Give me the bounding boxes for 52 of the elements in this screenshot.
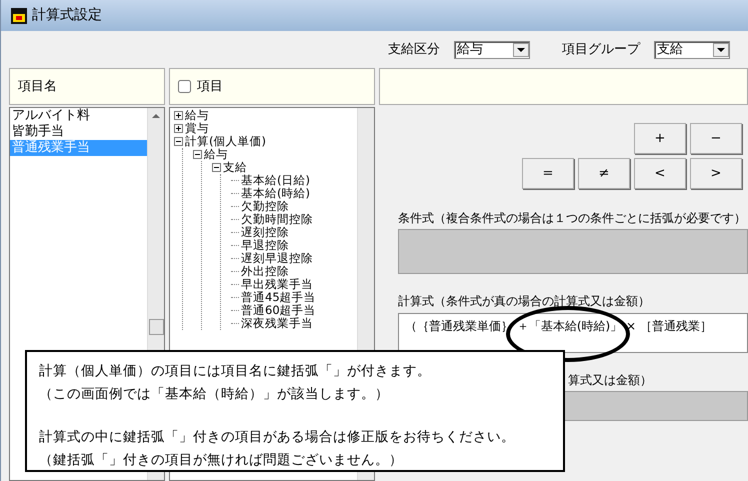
operator-button[interactable]: − xyxy=(690,123,742,154)
collapse-icon[interactable] xyxy=(212,163,221,172)
tree-item[interactable]: 早出残業手当 xyxy=(241,278,313,291)
callout-text: （鍵括弧「」付きの項目が無ければ問題ございません。） xyxy=(39,451,404,470)
operator-button[interactable]: < xyxy=(634,158,686,189)
dropdown[interactable]: 支給 xyxy=(654,40,730,58)
tree-item[interactable]: 深夜残業手当 xyxy=(241,317,313,330)
formula-label: 計算式（条件式が真の場合の計算式又は金額） xyxy=(398,294,651,309)
tree-item[interactable]: 給与 xyxy=(204,148,228,161)
collapse-icon[interactable] xyxy=(193,150,202,159)
tree-item[interactable]: 遅刻早退控除 xyxy=(241,252,313,265)
scroll-up-icon[interactable] xyxy=(152,113,160,119)
expand-icon[interactable] xyxy=(174,124,183,133)
callout-text: 計算式の中に鍵括弧「」付きの項目がある場合は修正版をお待ちください。 xyxy=(39,428,516,447)
list-item[interactable]: 皆勤手当 xyxy=(10,124,147,140)
condition-label: 条件式（複合条件式の場合は１つの条件ごとに括弧が必要です） xyxy=(398,211,747,226)
tree-item[interactable]: 計算(個人単価) xyxy=(185,135,266,148)
tree-item[interactable]: 基本給(時給) xyxy=(241,187,310,200)
column-header: 項目名 xyxy=(18,78,57,94)
dropdown[interactable]: 給与 xyxy=(454,40,530,58)
callout-text: （この画面例では「基本給（時給）」が該当します。） xyxy=(39,385,390,404)
tree-item[interactable]: 基本給(日給) xyxy=(241,174,310,187)
tree-item[interactable]: 給与 xyxy=(185,109,209,122)
formula-label: 算式又は金額） xyxy=(568,372,653,388)
tree-item[interactable]: 賞与 xyxy=(185,122,209,135)
callout-text: 計算（個人単価）の項目には項目名に鍵括弧「」が付きます。 xyxy=(39,362,432,381)
tree-item[interactable]: 欠勤控除 xyxy=(241,200,289,213)
field-label: 支給区分 xyxy=(388,42,440,58)
dropdown-arrow-icon xyxy=(517,48,525,52)
condition-field[interactable] xyxy=(398,229,748,274)
formula-field[interactable]: （｛普通残業単価｝ ＋「基本給(時給)」 × ［普通残業］ xyxy=(398,312,748,353)
field-label: 項目グループ xyxy=(562,42,640,58)
operator-button[interactable]: ≠ xyxy=(578,158,630,189)
operator-button[interactable]: + xyxy=(634,123,686,154)
tree-item[interactable]: 普通45超手当 xyxy=(241,291,316,304)
tree-item[interactable]: 外出控除 xyxy=(241,265,289,278)
collapse-icon[interactable] xyxy=(174,137,183,146)
operator-button[interactable]: = xyxy=(522,158,574,189)
scroll-thumb[interactable] xyxy=(148,319,164,335)
column-header: 項目 xyxy=(197,78,223,94)
tree-item[interactable]: 支給 xyxy=(223,161,247,174)
expand-icon[interactable] xyxy=(174,111,183,120)
tree-item[interactable]: 早退控除 xyxy=(241,239,289,252)
list-item[interactable]: アルバイト料 xyxy=(10,108,147,124)
window-title: 計算式設定 xyxy=(32,7,102,24)
app-icon xyxy=(11,8,27,24)
dropdown-arrow-icon xyxy=(717,48,725,52)
tree-item[interactable]: 遅刻控除 xyxy=(241,226,289,239)
tree-item[interactable]: 欠勤時間控除 xyxy=(241,213,313,226)
checkbox[interactable] xyxy=(178,80,191,93)
operator-button[interactable]: > xyxy=(690,158,742,189)
tree-item[interactable]: 普通60超手当 xyxy=(241,304,316,317)
